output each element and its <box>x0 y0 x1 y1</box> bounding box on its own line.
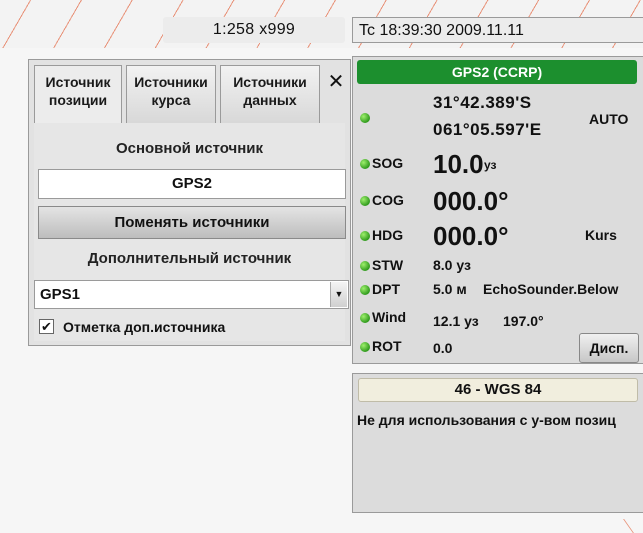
rot-value: 0.0 <box>433 340 453 356</box>
datum-panel: 46 - WGS 84 Не для использования с у-вом… <box>352 373 643 513</box>
status-dot-icon <box>360 159 370 169</box>
sog-label: SOG <box>372 155 404 171</box>
extra-source-value: GPS1 <box>40 286 81 303</box>
latitude-value: 31°42.389'S <box>433 93 532 112</box>
status-dot-icon <box>360 313 370 323</box>
status-dot-icon <box>360 261 370 271</box>
mark-extra-source-checkbox[interactable]: ✔ <box>39 319 54 334</box>
hatch-corner-mark <box>623 519 643 533</box>
longitude-value: 061°05.597'E <box>433 120 542 139</box>
chevron-down-icon[interactable]: ▼ <box>330 282 347 307</box>
position-mode: AUTO <box>589 111 629 127</box>
status-dot-icon <box>360 113 370 123</box>
tab-label-line1: Источники <box>134 74 208 90</box>
tab-course-sources[interactable]: Источники курса <box>126 65 216 123</box>
close-icon[interactable]: ✕ <box>326 72 346 92</box>
position-source-header[interactable]: GPS2 (CCRP) <box>357 60 637 84</box>
sources-dialog: Источник позиции Источники курса Источни… <box>28 59 351 346</box>
tab-label-line1: Источники <box>233 74 307 90</box>
datum-warning: Не для использования с у-вом позиц <box>357 412 616 428</box>
stw-label: STW <box>372 257 404 273</box>
sog-value: 10.0 <box>433 149 484 179</box>
depth-source: EchoSounder.Below <box>483 281 619 297</box>
dpt-value: 5.0 м <box>433 281 467 297</box>
hdg-value: 000.0° <box>433 221 509 251</box>
wind-label: Wind <box>372 309 407 325</box>
stw-value: 8.0 уз <box>433 257 471 273</box>
main-source-field[interactable]: GPS2 <box>38 169 346 199</box>
extra-source-label: Дополнительный источник <box>87 250 292 267</box>
swap-sources-button[interactable]: Поменять источники <box>38 206 346 239</box>
sog-unit: уз <box>484 158 497 172</box>
tab-data-sources[interactable]: Источники данных <box>220 65 320 123</box>
mark-extra-source-label: Отметка доп.источника <box>63 319 226 335</box>
dpt-label: DPT <box>372 281 400 297</box>
rot-label: ROT <box>372 338 402 354</box>
tab-label-line2: позиции <box>48 92 108 108</box>
extra-source-select[interactable]: GPS1 ▼ <box>34 280 349 309</box>
time-display: Tc 18:39:30 2009.11.11 <box>352 17 643 43</box>
display-button[interactable]: Дисп. <box>579 333 639 363</box>
cog-label: COG <box>372 192 404 208</box>
wind-direction: 197.0° <box>503 313 544 329</box>
scale-display: 1:258 x999 <box>163 17 345 43</box>
tab-position-source[interactable]: Источник позиции <box>34 65 122 125</box>
datum-title[interactable]: 46 - WGS 84 <box>358 378 638 402</box>
tab-content: Основной источник GPS2 Поменять источник… <box>34 123 349 341</box>
main-source-label: Основной источник <box>115 140 264 157</box>
heading-source: Kurs <box>585 227 617 243</box>
hdg-label: HDG <box>372 227 404 243</box>
status-dot-icon <box>360 231 370 241</box>
tab-label-line1: Источник <box>45 74 111 90</box>
status-dot-icon <box>360 342 370 352</box>
tab-label-line2: данных <box>243 92 297 108</box>
tab-label-line2: курса <box>151 92 191 108</box>
status-dot-icon <box>360 196 370 206</box>
navigation-data-panel: GPS2 (CCRP) 31°42.389'S 061°05.597'E AUT… <box>352 56 643 364</box>
wind-speed: 12.1 уз <box>433 313 479 329</box>
cog-value: 000.0° <box>433 186 509 216</box>
status-dot-icon <box>360 285 370 295</box>
